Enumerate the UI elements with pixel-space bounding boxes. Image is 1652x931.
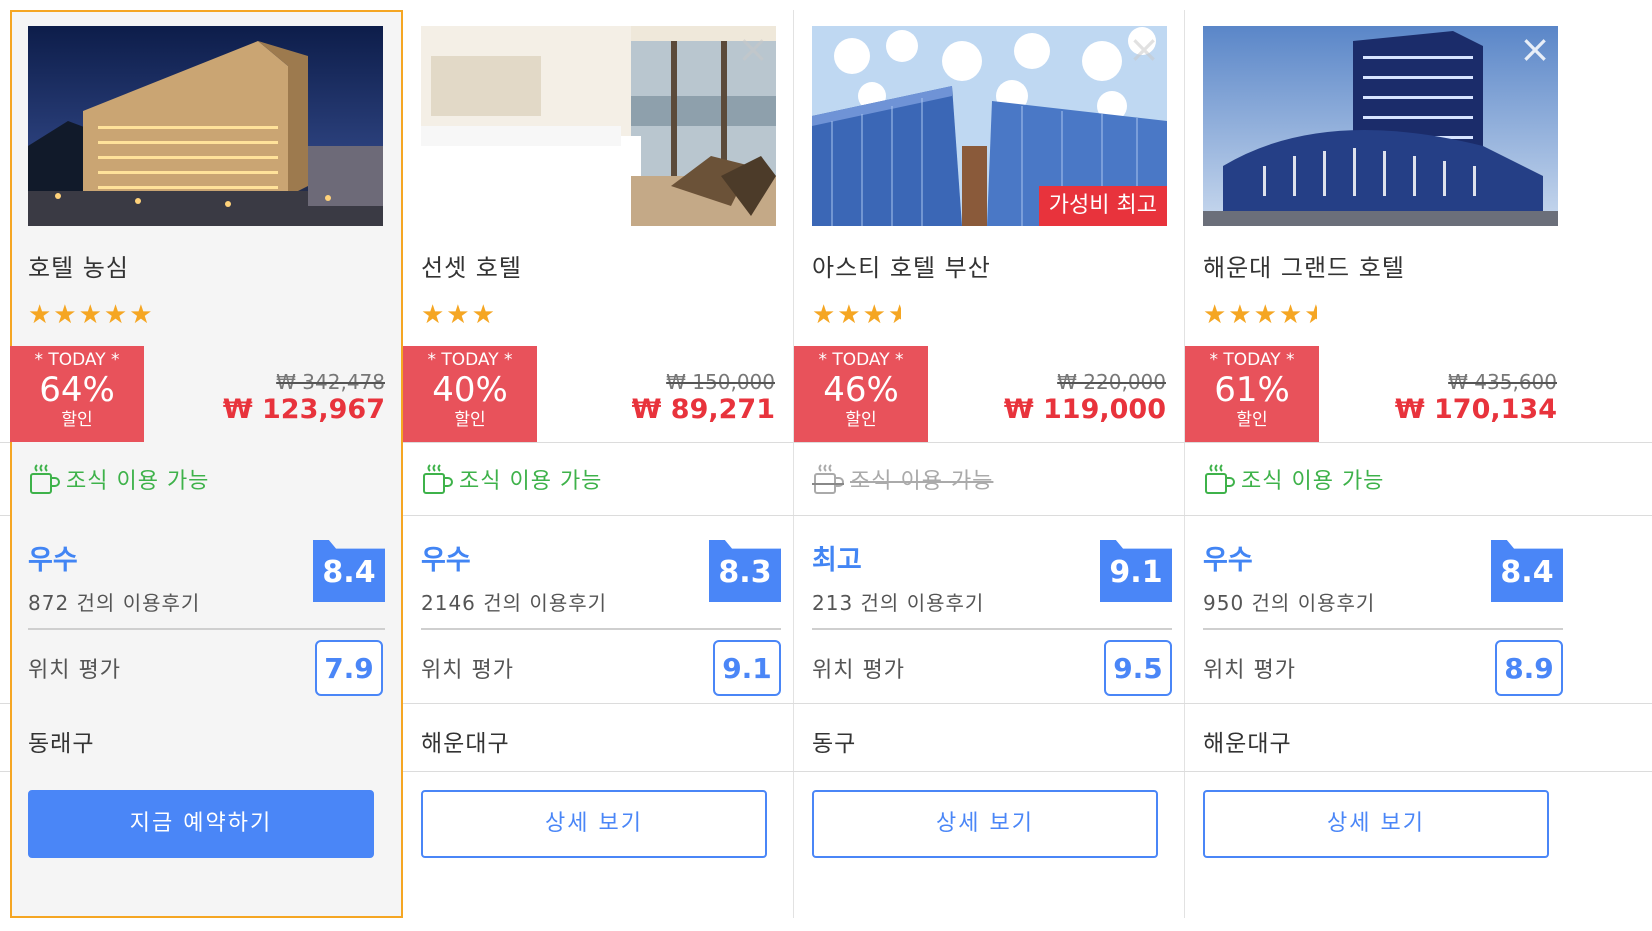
review-grade: 우수 bbox=[28, 545, 78, 576]
district-name: 해운대구 bbox=[1203, 731, 1292, 757]
deal-today-label: * TODAY * bbox=[427, 350, 513, 370]
divider bbox=[421, 628, 781, 630]
breakfast-info: 조식 이용 가능 bbox=[421, 462, 602, 496]
hotel-card[interactable]: × 가성비 최고 아스티 호텔 부산 ★★★★ * TODAY * 46% 할인… bbox=[794, 10, 1184, 918]
deal-badge: * TODAY * 61% 할인 bbox=[1185, 346, 1319, 442]
breakfast-info: 조식 이용 가능 bbox=[28, 462, 209, 496]
review-grade: 최고 bbox=[812, 545, 862, 576]
star-icon: ★★★ bbox=[421, 300, 497, 330]
district-name: 동구 bbox=[812, 731, 857, 757]
hotel-comparison: 호텔 농심 ★★★★★ * TODAY * 64% 할인 ₩ 342,478 ₩… bbox=[0, 0, 1652, 931]
hotel-name[interactable]: 선셋 호텔 bbox=[421, 248, 522, 283]
deal-label: 할인 bbox=[1236, 410, 1268, 430]
review-count[interactable]: 2146 건의 이용후기 bbox=[421, 587, 607, 616]
district-name: 동래구 bbox=[28, 731, 95, 757]
review-count[interactable]: 950 건의 이용후기 bbox=[1203, 587, 1375, 616]
coffee-cup-icon bbox=[30, 464, 60, 494]
deal-label: 할인 bbox=[61, 410, 93, 430]
review-count[interactable]: 213 건의 이용후기 bbox=[812, 587, 984, 616]
review-score: 8.4 bbox=[313, 540, 385, 602]
review-score: 9.1 bbox=[1100, 540, 1172, 602]
deal-label: 할인 bbox=[845, 410, 877, 430]
location-rating-label: 위치 평가 bbox=[28, 658, 121, 683]
star-rating: ★★★★★ bbox=[1203, 300, 1317, 330]
hotel-photo[interactable]: × bbox=[1203, 26, 1558, 226]
deal-percent: 61% bbox=[1214, 370, 1290, 410]
breakfast-label: 조식 이용 가능 bbox=[66, 469, 210, 494]
close-icon[interactable]: × bbox=[1127, 30, 1161, 68]
star-rating: ★★★★★ bbox=[28, 300, 168, 330]
divider bbox=[1203, 628, 1563, 630]
value-badge: 가성비 최고 bbox=[1038, 186, 1167, 226]
deal-today-label: * TODAY * bbox=[1209, 350, 1295, 370]
star-icon: ★★★★ bbox=[1203, 300, 1305, 330]
close-icon[interactable]: × bbox=[1518, 30, 1552, 68]
review-grade: 우수 bbox=[1203, 545, 1253, 576]
review-score: 8.3 bbox=[709, 540, 781, 602]
original-price: ₩ 342,478 bbox=[276, 370, 385, 394]
hotel-photo[interactable] bbox=[28, 26, 383, 226]
view-details-button[interactable]: 상세 보기 bbox=[1203, 790, 1549, 858]
original-price: ₩ 435,600 bbox=[1448, 370, 1557, 394]
location-score: 9.1 bbox=[713, 640, 781, 696]
star-icon: ★★★★★ bbox=[28, 300, 155, 330]
divider bbox=[812, 628, 1172, 630]
hotel-name[interactable]: 아스티 호텔 부산 bbox=[812, 248, 991, 283]
location-rating-label: 위치 평가 bbox=[1203, 658, 1296, 683]
location-rating-label: 위치 평가 bbox=[812, 658, 905, 683]
deal-percent: 46% bbox=[823, 370, 899, 410]
view-details-button[interactable]: 상세 보기 bbox=[421, 790, 767, 858]
close-icon[interactable]: × bbox=[736, 30, 770, 68]
hotel-card[interactable]: 호텔 농심 ★★★★★ * TODAY * 64% 할인 ₩ 342,478 ₩… bbox=[10, 10, 403, 918]
review-count[interactable]: 872 건의 이용후기 bbox=[28, 587, 200, 616]
hotel-photo[interactable]: × 가성비 최고 bbox=[812, 26, 1167, 226]
district-name: 해운대구 bbox=[421, 731, 510, 757]
half-star-icon: ★ bbox=[888, 300, 901, 330]
star-icon: ★★★ bbox=[812, 300, 888, 330]
deal-percent: 64% bbox=[39, 370, 115, 410]
breakfast-info: 조식 이용 가능 bbox=[812, 462, 993, 496]
breakfast-label: 조식 이용 가능 bbox=[459, 469, 603, 494]
coffee-cup-icon bbox=[812, 464, 844, 494]
hotel-name[interactable]: 해운대 그랜드 호텔 bbox=[1203, 248, 1405, 283]
original-price: ₩ 150,000 bbox=[666, 370, 775, 394]
sale-price: ₩ 119,000 bbox=[1003, 394, 1166, 425]
coffee-cup-icon bbox=[1205, 464, 1235, 494]
breakfast-info: 조식 이용 가능 bbox=[1203, 462, 1384, 496]
star-rating: ★★★ bbox=[421, 300, 510, 330]
location-score: 9.5 bbox=[1104, 640, 1172, 696]
review-grade: 우수 bbox=[421, 545, 471, 576]
deal-today-label: * TODAY * bbox=[34, 350, 120, 370]
deal-label: 할인 bbox=[454, 410, 486, 430]
book-now-button[interactable]: 지금 예약하기 bbox=[28, 790, 374, 858]
sale-price: ₩ 170,134 bbox=[1394, 394, 1557, 425]
original-price: ₩ 220,000 bbox=[1057, 370, 1166, 394]
sale-price: ₩ 89,271 bbox=[631, 394, 775, 425]
star-rating: ★★★★ bbox=[812, 300, 901, 330]
coffee-cup-icon bbox=[423, 464, 453, 494]
sale-price: ₩ 123,967 bbox=[222, 394, 385, 425]
location-rating-label: 위치 평가 bbox=[421, 658, 514, 683]
review-score: 8.4 bbox=[1491, 540, 1563, 602]
breakfast-label: 조식 이용 가능 bbox=[1241, 469, 1385, 494]
deal-percent: 40% bbox=[432, 370, 508, 410]
deal-badge: * TODAY * 46% 할인 bbox=[794, 346, 928, 442]
breakfast-label: 조식 이용 가능 bbox=[850, 469, 994, 494]
view-details-button[interactable]: 상세 보기 bbox=[812, 790, 1158, 858]
hotel-name[interactable]: 호텔 농심 bbox=[28, 248, 129, 283]
half-star-icon: ★ bbox=[1304, 300, 1317, 330]
location-score: 8.9 bbox=[1495, 640, 1563, 696]
deal-badge: * TODAY * 40% 할인 bbox=[403, 346, 537, 442]
deal-today-label: * TODAY * bbox=[818, 350, 904, 370]
location-score: 7.9 bbox=[315, 640, 383, 696]
hotel-card[interactable]: × 해운대 그랜드 호텔 ★★★★★ * TODAY * 61% 할인 ₩ 43… bbox=[1185, 10, 1575, 918]
divider bbox=[28, 628, 385, 630]
deal-badge: * TODAY * 64% 할인 bbox=[10, 346, 144, 442]
hotel-card[interactable]: × 선셋 호텔 ★★★ * TODAY * 40% 할인 ₩ 150,000 ₩… bbox=[403, 10, 793, 918]
hotel-photo[interactable]: × bbox=[421, 26, 776, 226]
